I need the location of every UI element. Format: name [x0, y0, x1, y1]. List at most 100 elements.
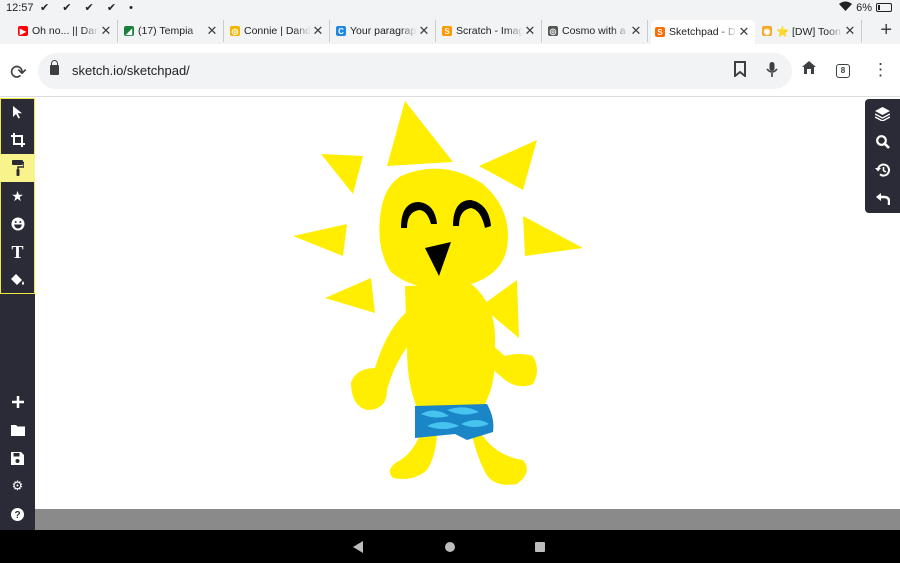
- select-tool-button[interactable]: [0, 98, 35, 126]
- tab-title: Sketchpad - D: [669, 26, 736, 38]
- tab-7[interactable]: ◉ ⭐ [DW] Toon ✕: [758, 20, 862, 42]
- site-icon: ◎: [230, 26, 240, 36]
- notification-icons: ✔ ✔ ✔ ✔ •: [40, 2, 138, 14]
- youtube-icon: ▶: [18, 26, 28, 36]
- sketchpad-icon: S: [655, 27, 665, 37]
- system-nav-bar: [0, 530, 900, 563]
- close-icon[interactable]: ✕: [737, 24, 751, 40]
- tab-1[interactable]: ◢ (17) Tempia ✕: [120, 20, 224, 42]
- tab-4[interactable]: S Scratch - Imag ✕: [438, 20, 542, 42]
- tab-title: Connie | Dand: [244, 25, 311, 37]
- save-button[interactable]: [0, 444, 35, 472]
- tab-title: Your paragrap: [350, 25, 417, 37]
- drawing-canvas[interactable]: [35, 98, 900, 509]
- tab-title: Cosmo with a: [562, 25, 626, 37]
- microphone-icon[interactable]: [766, 61, 778, 83]
- status-time: 12:57: [6, 2, 34, 14]
- crop-tool-button[interactable]: [0, 126, 35, 154]
- tab-6-active[interactable]: S Sketchpad - D ✕: [651, 20, 755, 44]
- layers-button[interactable]: [865, 100, 900, 128]
- tab-switcher-button[interactable]: 8: [836, 64, 850, 78]
- recents-icon[interactable]: [535, 542, 545, 552]
- tab-2[interactable]: ◎ Connie | Dand ✕: [226, 20, 330, 42]
- close-icon[interactable]: ✕: [843, 23, 857, 39]
- site-icon: ◉: [762, 26, 772, 36]
- url-text[interactable]: sketch.io/sketchpad/: [72, 63, 190, 78]
- history-icon: [875, 163, 890, 177]
- star-icon: ★: [11, 187, 24, 204]
- close-icon[interactable]: ✕: [417, 23, 431, 39]
- sun-ray: [325, 278, 375, 313]
- new-tab-icon[interactable]: +: [880, 19, 892, 42]
- zoom-button[interactable]: [865, 128, 900, 156]
- undo-icon: [875, 193, 890, 205]
- svg-text:?: ?: [14, 510, 20, 521]
- stamp-tool-button[interactable]: ★: [0, 182, 35, 210]
- site-icon: ◢: [124, 26, 134, 36]
- bookmark-icon[interactable]: [734, 61, 746, 82]
- text-icon: T: [11, 241, 24, 262]
- tab-5[interactable]: ◎ Cosmo with a ✕: [544, 20, 648, 42]
- open-folder-button[interactable]: [0, 416, 35, 444]
- clipart-tool-button[interactable]: [0, 210, 35, 238]
- site-icon: C: [336, 26, 346, 36]
- gears-icon: ⚙: [11, 478, 24, 493]
- tab-0[interactable]: ▶ Oh no... || Dan ✕: [14, 20, 118, 42]
- left-tool-rail: ★ T ⚙ ?: [0, 98, 35, 530]
- paint-bucket-icon: [11, 274, 24, 285]
- tab-title: (17) Tempia: [138, 25, 194, 37]
- home-icon[interactable]: [801, 60, 817, 80]
- canvas-bottom-bar: [35, 509, 900, 530]
- more-menu-icon[interactable]: ⋮: [872, 60, 889, 80]
- tab-title: Oh no... || Dan: [32, 25, 99, 37]
- paint-roller-icon: [11, 160, 24, 176]
- reload-icon[interactable]: ⟳: [10, 60, 27, 85]
- close-icon[interactable]: ✕: [311, 23, 325, 39]
- status-bar: 12:57 ✔ ✔ ✔ ✔ • 6%: [0, 0, 900, 17]
- folder-icon: [10, 425, 25, 436]
- grin-face-icon: [11, 217, 24, 231]
- tab-title: Scratch - Imag: [456, 25, 523, 37]
- sun-ray: [387, 101, 453, 166]
- battery-level: 6%: [856, 1, 872, 14]
- close-icon[interactable]: ✕: [205, 23, 219, 39]
- home-circle-icon[interactable]: [445, 542, 455, 552]
- address-bar[interactable]: sketch.io/sketchpad/: [38, 53, 792, 89]
- sun-character-drawing: [293, 101, 583, 485]
- magnifier-icon: [875, 135, 890, 149]
- site-icon: ◎: [548, 26, 558, 36]
- layers-icon: [875, 107, 890, 121]
- right-tool-rail: [865, 99, 900, 213]
- sun-ray: [321, 154, 363, 194]
- sun-ray: [479, 140, 537, 190]
- sun-left-leg: [389, 432, 437, 479]
- sun-ray: [293, 224, 347, 256]
- back-icon[interactable]: [353, 541, 363, 553]
- floppy-disk-icon: [11, 451, 24, 465]
- fill-tool-button[interactable]: [0, 266, 35, 294]
- crop-icon: [10, 133, 25, 147]
- status-right: 6%: [839, 1, 892, 14]
- history-button[interactable]: [865, 156, 900, 184]
- wifi-icon: [839, 1, 853, 14]
- question-icon: ?: [11, 507, 24, 521]
- tab-3[interactable]: C Your paragrap ✕: [332, 20, 436, 42]
- close-icon[interactable]: ✕: [523, 23, 537, 39]
- battery-icon: [876, 3, 892, 12]
- close-icon[interactable]: ✕: [629, 23, 643, 39]
- help-button[interactable]: ?: [0, 500, 35, 528]
- undo-button[interactable]: [865, 184, 900, 212]
- close-icon[interactable]: ✕: [99, 23, 113, 39]
- text-tool-button[interactable]: T: [0, 238, 35, 266]
- scratch-icon: S: [442, 26, 452, 36]
- cursor-icon: [12, 106, 22, 119]
- sun-ray: [523, 216, 583, 256]
- new-document-button[interactable]: [0, 388, 35, 416]
- tab-strip: ▶ Oh no... || Dan ✕ ◢ (17) Tempia ✕ ◎ Co…: [0, 17, 900, 44]
- plus-icon: [11, 396, 24, 408]
- paint-brush-tool-button[interactable]: [0, 154, 35, 182]
- sun-head: [379, 168, 508, 289]
- settings-button[interactable]: ⚙: [0, 472, 35, 500]
- sun-right-leg: [471, 430, 527, 485]
- lock-icon[interactable]: [50, 60, 59, 75]
